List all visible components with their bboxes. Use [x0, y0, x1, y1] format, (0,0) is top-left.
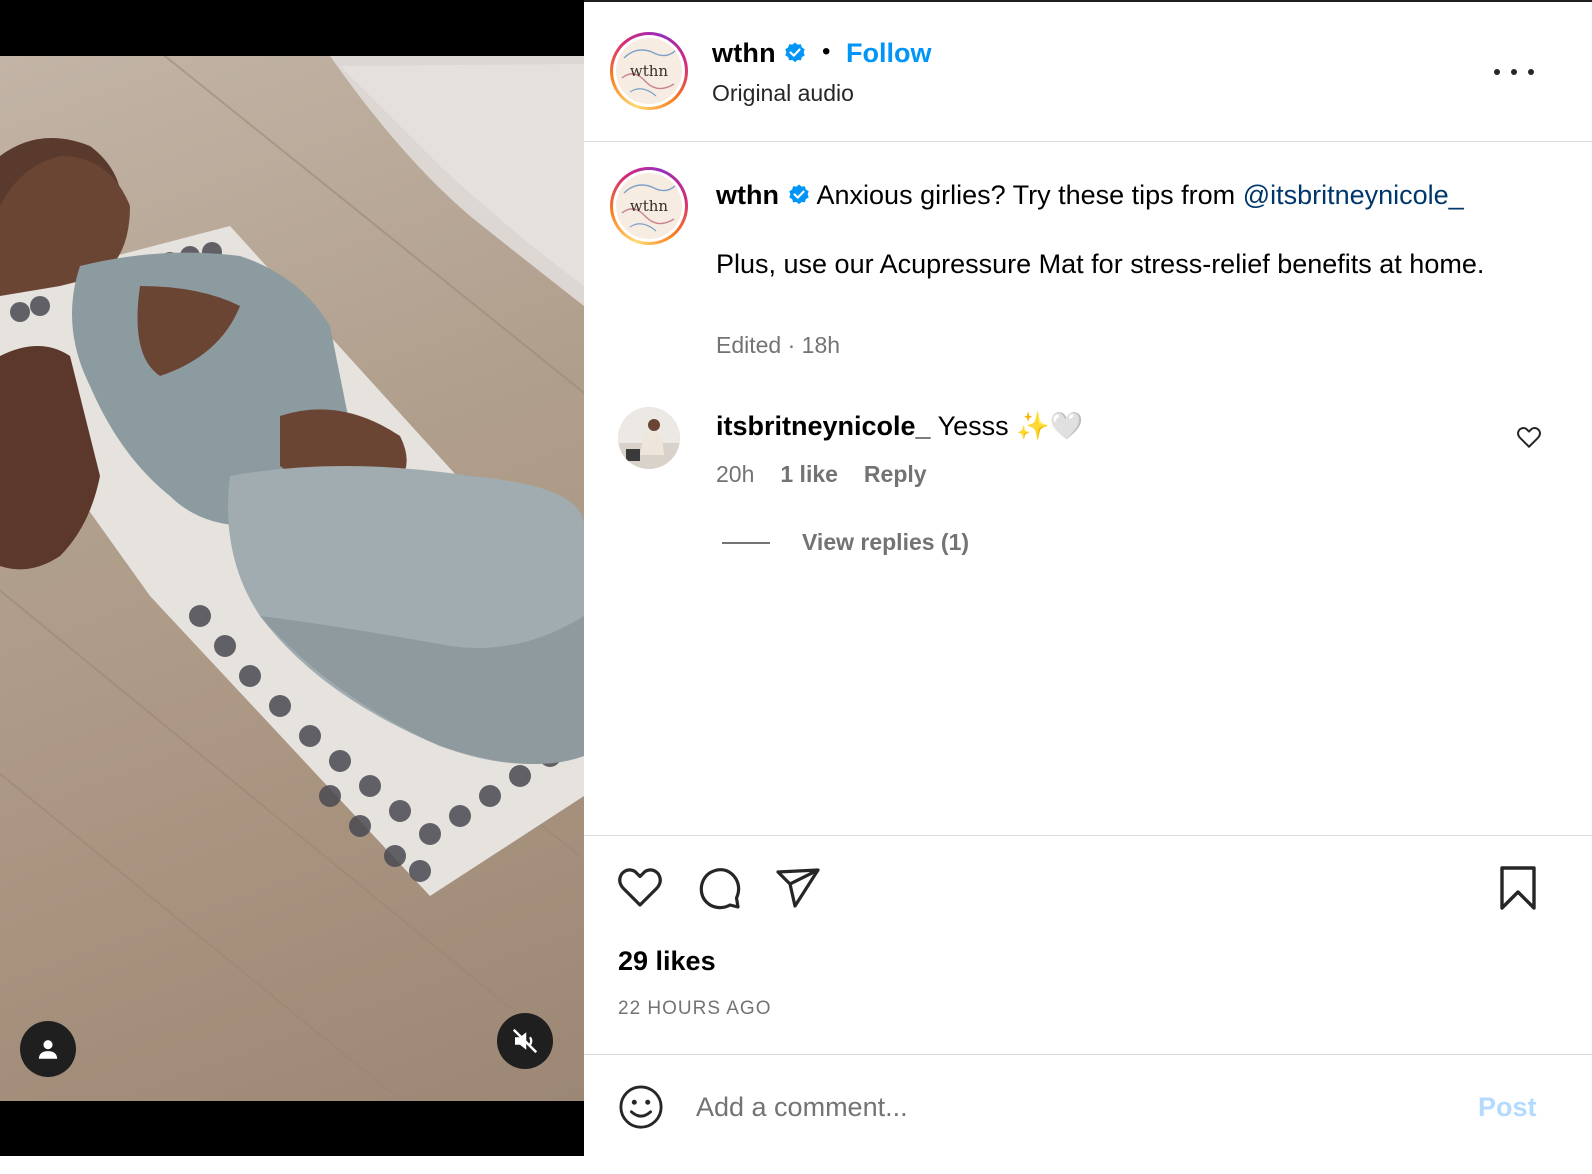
caption-meta: Edited · 18h	[716, 332, 841, 358]
comment-heart-icon[interactable]	[1516, 425, 1542, 449]
mute-toggle-button[interactable]	[497, 1013, 553, 1069]
caption-text: Anxious girlies? Try these tips from	[816, 180, 1243, 210]
caption-first-line: wthn Anxious girlies? Try these tips fro…	[716, 178, 1546, 213]
avatar-logo-text: wthn	[629, 62, 669, 80]
caption-timestamp[interactable]: 18h	[802, 332, 840, 358]
header-username-text[interactable]: wthn	[712, 38, 776, 68]
header-username[interactable]: wthn	[712, 38, 807, 69]
caption-avatar[interactable]: wthn	[610, 167, 688, 245]
video-frame[interactable]	[0, 56, 584, 1101]
caption-mention-link[interactable]: @itsbritneynicole_	[1243, 180, 1464, 210]
comment-reply-button[interactable]: Reply	[864, 461, 927, 488]
more-icon	[1511, 69, 1517, 75]
comment-meta: 20h 1 like Reply	[716, 461, 927, 488]
muted-speaker-icon	[512, 1028, 538, 1054]
original-audio-link[interactable]: Original audio	[712, 80, 854, 107]
user-tag-icon	[38, 1040, 58, 1059]
verified-badge-icon	[788, 184, 809, 205]
follow-button[interactable]: Follow	[846, 38, 931, 69]
caption-body: Plus, use our Acupressure Mat for stress…	[716, 249, 1485, 279]
post-media[interactable]	[0, 0, 584, 1156]
header-avatar[interactable]: wthn	[610, 32, 688, 110]
edited-label: Edited	[716, 332, 782, 358]
more-icon	[1494, 69, 1500, 75]
comment-line: itsbritneynicole_ Yesss ✨🤍	[716, 410, 1083, 442]
comment-username[interactable]: itsbritneynicole_	[716, 411, 931, 441]
action-bar: 29 likes 22 HOURS AGO	[584, 835, 1592, 1055]
post-time-ago[interactable]: 22 HOURS AGO	[618, 998, 772, 1020]
more-icon	[1528, 69, 1534, 75]
add-comment-bar: Post	[584, 1056, 1592, 1158]
comment-timestamp[interactable]: 20h	[716, 461, 754, 488]
post-details-pane: wthn wthn • Follow Original audio wthn w…	[584, 0, 1592, 1156]
view-replies-button[interactable]: View replies (1)	[722, 529, 969, 556]
replies-divider	[722, 541, 770, 544]
likes-count[interactable]: 29 likes	[618, 946, 716, 977]
emoji-icon[interactable]	[618, 1084, 664, 1130]
save-icon[interactable]	[1494, 864, 1542, 912]
post-comment-button[interactable]: Post	[1478, 1092, 1537, 1123]
commenter-avatar[interactable]	[618, 407, 680, 469]
comment-text: Yesss ✨🤍	[937, 411, 1084, 441]
more-options-button[interactable]	[1494, 60, 1534, 84]
post-header: wthn wthn • Follow Original audio	[584, 2, 1592, 142]
caption-username[interactable]: wthn	[716, 180, 779, 210]
user-tag-button[interactable]	[20, 1021, 76, 1077]
header-separator: •	[822, 38, 831, 65]
video-still	[0, 56, 584, 1101]
comment-likes[interactable]: 1 like	[780, 461, 838, 488]
view-replies-label[interactable]: View replies (1)	[802, 529, 969, 556]
share-icon[interactable]	[774, 864, 822, 912]
verified-badge-icon	[785, 42, 806, 63]
comment-input[interactable]	[696, 1086, 1436, 1128]
heart-icon[interactable]	[616, 864, 664, 912]
comment-icon[interactable]	[696, 864, 744, 912]
avatar-logo-text: wthn	[629, 197, 669, 215]
